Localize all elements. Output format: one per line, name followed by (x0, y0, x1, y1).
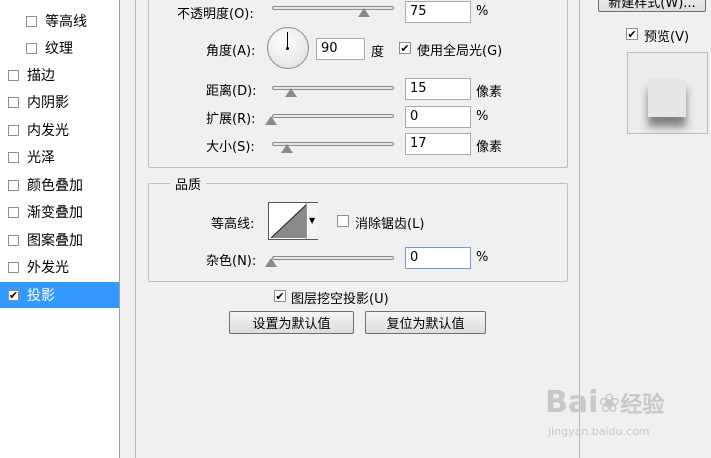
stroke-checkbox[interactable] (8, 69, 19, 81)
angle-input[interactable]: 90 (316, 38, 365, 60)
spread-unit: % (476, 109, 489, 124)
pattern-overlay-checkbox[interactable] (8, 234, 19, 246)
style-item-label: 外发光 (27, 260, 69, 276)
color-overlay-checkbox[interactable] (8, 179, 19, 191)
style-item-label: 纹理 (45, 41, 73, 57)
inner-shadow-checkbox[interactable] (8, 96, 19, 108)
styles-list-panel: 等高线 纹理 描边 内阴影 内发光 光泽 颜色叠加 渐变叠加 图案叠加 外发光 … (0, 0, 120, 458)
knockout-label[interactable]: 图层挖空投影(U) (291, 288, 389, 307)
spread-slider-thumb[interactable] (265, 116, 277, 125)
opacity-input[interactable]: 75 (405, 1, 471, 23)
style-item-label: 光泽 (27, 150, 55, 166)
size-slider-thumb[interactable] (281, 144, 293, 153)
style-item-label: 投影 (27, 288, 55, 304)
size-input[interactable]: 17 (405, 133, 471, 155)
style-item-stroke[interactable]: 描边 (0, 62, 119, 88)
style-item-outer-glow[interactable]: 外发光 (0, 254, 119, 280)
new-style-button[interactable]: 新建样式(W)... (598, 0, 706, 12)
contour-label: 等高线: (211, 217, 255, 232)
check-icon: ✔ (275, 289, 285, 303)
opacity-slider-thumb[interactable] (358, 8, 370, 17)
angle-unit: 度 (371, 45, 385, 60)
style-preview (627, 52, 708, 134)
style-item-label: 渐变叠加 (27, 205, 83, 221)
gradient-overlay-checkbox[interactable] (8, 206, 19, 218)
distance-unit: 像素 (476, 85, 503, 100)
outer-glow-checkbox[interactable] (8, 261, 19, 273)
drop-shadow-checkbox[interactable]: ✔ (8, 288, 19, 302)
spread-label: 扩展(R): (206, 112, 256, 127)
make-default-button[interactable]: 设置为默认值 (229, 311, 354, 334)
style-item-label: 颜色叠加 (27, 178, 83, 194)
contour-dropdown[interactable]: ▼ (306, 203, 318, 239)
opacity-unit: % (476, 4, 489, 19)
style-item-label: 描边 (27, 68, 55, 84)
noise-input[interactable]: 0 (405, 247, 471, 269)
antialias-label[interactable]: 消除锯齿(L) (355, 213, 424, 232)
watermark-brand2: 经验 (620, 393, 665, 418)
style-item-satin[interactable]: 光泽 (0, 144, 119, 170)
noise-slider-track[interactable] (272, 256, 394, 260)
angle-dial-center (286, 47, 289, 50)
style-item-texture[interactable]: 纹理 (0, 35, 119, 61)
style-item-inner-shadow[interactable]: 内阴影 (0, 89, 119, 115)
style-item-gradient-overlay[interactable]: 渐变叠加 (0, 199, 119, 225)
style-item-label: 内发光 (27, 123, 69, 139)
contour-preview-icon (271, 204, 307, 238)
reset-default-button[interactable]: 复位为默认值 (365, 311, 486, 334)
global-light-checkbox[interactable]: ✔ (399, 42, 411, 54)
style-item-inner-glow[interactable]: 内发光 (0, 117, 119, 143)
knockout-checkbox[interactable]: ✔ (274, 290, 286, 302)
distance-label: 距离(D): (206, 84, 257, 99)
style-item-label: 图案叠加 (27, 233, 83, 249)
chevron-down-icon: ▼ (309, 216, 316, 225)
watermark-url: jingyan.baidu.com (548, 425, 650, 438)
size-label: 大小(S): (206, 140, 255, 155)
check-icon: ✔ (8, 288, 19, 302)
satin-checkbox[interactable] (8, 151, 19, 163)
distance-input[interactable]: 15 (405, 78, 471, 100)
watermark-logo: Bai❀经验 (545, 385, 664, 420)
style-item-label: 内阴影 (27, 95, 69, 111)
opacity-label: 不透明度(O): (177, 7, 254, 22)
style-item-contour[interactable]: 等高线 (0, 8, 119, 34)
texture-checkbox[interactable] (26, 42, 37, 54)
spread-input[interactable]: 0 (405, 106, 471, 128)
watermark-brand: Bai (545, 385, 599, 420)
style-item-color-overlay[interactable]: 颜色叠加 (0, 172, 119, 198)
quality-title: 品质 (170, 174, 207, 193)
check-icon: ✔ (627, 27, 637, 41)
noise-unit: % (476, 250, 489, 265)
style-item-drop-shadow[interactable]: ✔ 投影 (0, 282, 119, 308)
distance-slider-thumb[interactable] (285, 88, 297, 97)
preview-checkbox[interactable]: ✔ (626, 28, 638, 40)
angle-label: 角度(A): (206, 44, 256, 59)
angle-dial[interactable] (267, 27, 309, 69)
style-item-label: 等高线 (45, 14, 87, 30)
antialias-checkbox[interactable] (337, 215, 349, 227)
global-light-label[interactable]: 使用全局光(G) (417, 40, 502, 59)
opacity-slider-track[interactable] (272, 6, 394, 10)
inner-glow-checkbox[interactable] (8, 124, 19, 136)
preview-label[interactable]: 预览(V) (644, 26, 689, 45)
contour-checkbox[interactable] (26, 15, 37, 27)
style-item-pattern-overlay[interactable]: 图案叠加 (0, 227, 119, 253)
paw-icon: ❀ (598, 389, 621, 419)
noise-label: 杂色(N): (206, 254, 257, 269)
size-unit: 像素 (476, 140, 503, 155)
spread-slider-track[interactable] (272, 114, 394, 118)
preview-swatch (648, 79, 686, 117)
contour-picker[interactable]: ▼ (268, 202, 318, 240)
panel-divider (135, 0, 136, 458)
check-icon: ✔ (400, 41, 410, 55)
noise-slider-thumb[interactable] (265, 258, 277, 267)
